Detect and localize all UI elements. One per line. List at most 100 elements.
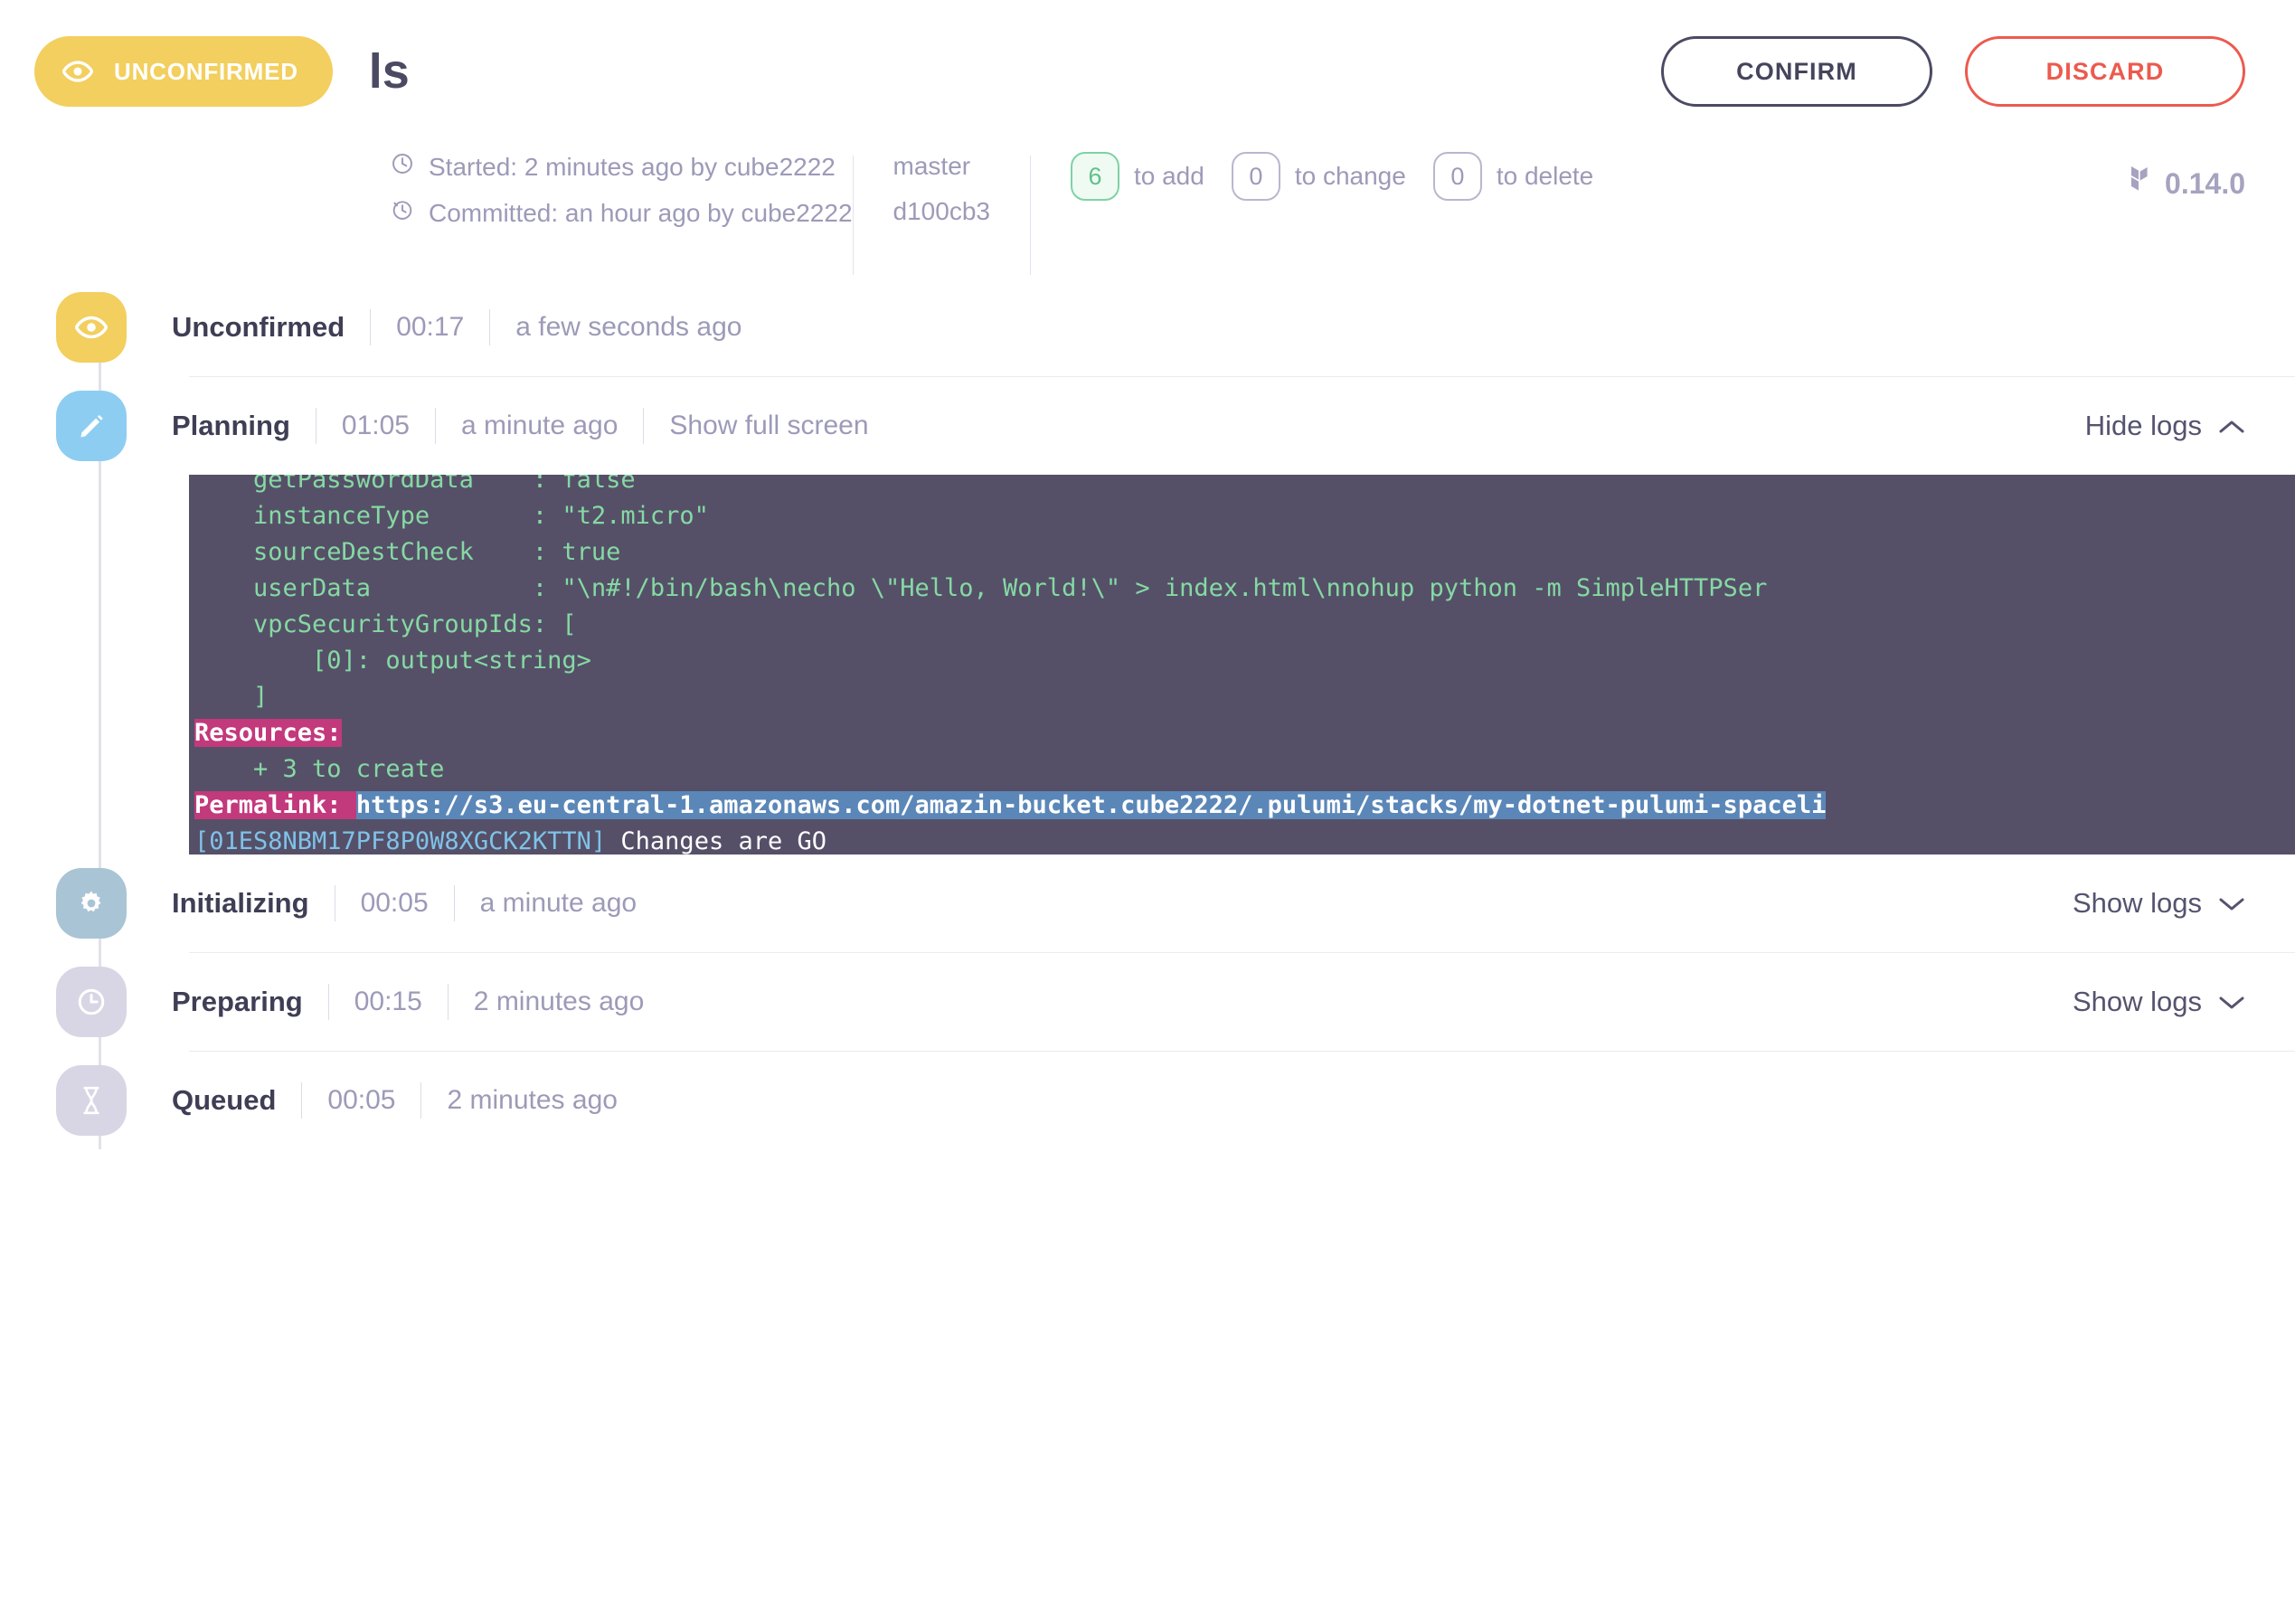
planning-log-console[interactable]: getPasswordData : false instanceType : "… (189, 475, 2295, 854)
phase-node-pencil-icon (56, 391, 127, 461)
log-segment: https://s3.eu-central-1.amazonaws.com/am… (356, 791, 1827, 819)
phase-node-hourglass-icon (56, 1065, 127, 1136)
phase-header: Unconfirmed 00:17 a few seconds ago (56, 279, 2295, 376)
run-metadata-bar: Started: 2 minutes ago by cube2222 Commi… (0, 143, 2295, 279)
log-line: Permalink: https://s3.eu-central-1.amazo… (189, 788, 2295, 824)
phase-name: Planning (172, 410, 290, 442)
phase-node-clock-icon (56, 967, 127, 1037)
count-to-add-value: 6 (1071, 152, 1119, 201)
phase-timestamp: a few seconds ago (515, 312, 741, 343)
phase-duration: 00:17 (396, 312, 464, 343)
chevron-up-icon (2218, 410, 2245, 442)
phase-initializing: Initializing 00:05 a minute ago Show log… (56, 854, 2295, 953)
divider (643, 408, 644, 444)
phase-name: Initializing (172, 887, 309, 920)
show-logs-label: Show logs (2073, 986, 2202, 1018)
show-logs-toggle-preparing[interactable]: Show logs (2073, 986, 2245, 1018)
divider (328, 984, 329, 1020)
phase-timestamp: 2 minutes ago (474, 987, 644, 1017)
count-to-change-value: 0 (1232, 152, 1280, 201)
phase-timestamp: a minute ago (480, 888, 637, 919)
phase-planning: Planning 01:05 a minute ago Show full sc… (56, 377, 2295, 854)
resource-change-counts: 6 to add 0 to change 0 to delete (1031, 152, 1593, 201)
log-line: Resources: (189, 715, 2295, 751)
log-segment: instanceType : "t2.micro" (194, 502, 709, 530)
count-to-add-label: to add (1134, 162, 1204, 191)
log-line: ] (189, 679, 2295, 715)
divider (454, 885, 455, 921)
count-to-change-label: to change (1295, 162, 1406, 191)
commit-sha: d100cb3 (893, 197, 990, 226)
run-phase-timeline: Unconfirmed 00:17 a few seconds ago Plan… (0, 279, 2295, 1149)
divider (301, 1082, 302, 1119)
terraform-icon (2120, 165, 2150, 203)
log-line: [01ES8NBM17PF8P0W8XGCK2KTTN] Changes are… (189, 824, 2295, 854)
eye-icon (61, 55, 94, 88)
committed-line: Committed: an hour ago by cube2222 (391, 198, 853, 228)
phase-duration: 00:05 (361, 888, 429, 919)
phase-header: Preparing 00:15 2 minutes ago Show logs (56, 953, 2295, 1051)
divider (420, 1082, 421, 1119)
log-segment: sourceDestCheck : true (194, 538, 620, 566)
log-segment: userData : "\n#!/bin/bash\necho \"Hello,… (194, 574, 1767, 602)
show-logs-label: Show logs (2073, 887, 2202, 920)
hide-logs-toggle[interactable]: Hide logs (2085, 410, 2245, 442)
count-to-delete: 0 to delete (1433, 152, 1593, 201)
phase-name: Preparing (172, 986, 303, 1018)
phase-info: Unconfirmed 00:17 a few seconds ago (172, 309, 741, 345)
phase-unconfirmed: Unconfirmed 00:17 a few seconds ago (56, 279, 2295, 377)
count-to-change: 0 to change (1232, 152, 1406, 201)
log-segment: vpcSecurityGroupIds: [ (194, 610, 577, 638)
log-segment: [01ES8NBM17PF8P0W8XGCK2KTTN] (194, 827, 606, 854)
phase-queued: Queued 00:05 2 minutes ago (56, 1052, 2295, 1149)
show-full-screen-link[interactable]: Show full screen (669, 411, 868, 441)
history-icon (391, 198, 414, 228)
phase-info: Planning 01:05 a minute ago Show full sc… (172, 408, 869, 444)
hide-logs-label: Hide logs (2085, 410, 2202, 442)
chevron-down-icon (2218, 986, 2245, 1018)
terraform-version: 0.14.0 (2120, 152, 2245, 203)
divider (489, 309, 490, 345)
started-text: Started: 2 minutes ago by cube2222 (429, 153, 836, 182)
phase-timestamp: a minute ago (461, 411, 618, 441)
log-segment: ] (194, 683, 268, 711)
phase-node-eye-icon (56, 292, 127, 363)
phase-header: Planning 01:05 a minute ago Show full sc… (56, 377, 2295, 475)
confirm-button[interactable]: CONFIRM (1661, 36, 1932, 107)
log-segment: + 3 to create (194, 755, 444, 783)
log-segment: [0]: output<string> (194, 647, 591, 675)
discard-button[interactable]: DISCARD (1965, 36, 2245, 107)
page-header: UNCONFIRMED ls CONFIRM DISCARD (0, 0, 2295, 143)
git-info: master d100cb3 (854, 152, 1030, 226)
log-line: sourceDestCheck : true (189, 534, 2295, 571)
log-segment: Changes are GO (606, 827, 826, 854)
phase-info: Preparing 00:15 2 minutes ago (172, 984, 644, 1020)
run-timestamps: Started: 2 minutes ago by cube2222 Commi… (391, 152, 853, 228)
clock-icon (391, 152, 414, 182)
phase-preparing: Preparing 00:15 2 minutes ago Show logs (56, 953, 2295, 1052)
phase-duration: 01:05 (342, 411, 410, 441)
log-line: [0]: output<string> (189, 643, 2295, 679)
header-actions: CONFIRM DISCARD (1661, 36, 2245, 107)
phase-name: Queued (172, 1084, 276, 1117)
status-badge: UNCONFIRMED (34, 36, 333, 107)
count-to-delete-value: 0 (1433, 152, 1482, 201)
status-badge-label: UNCONFIRMED (114, 58, 298, 86)
log-line: getPasswordData : false (189, 475, 2295, 498)
log-line: userData : "\n#!/bin/bash\necho \"Hello,… (189, 571, 2295, 607)
show-logs-toggle-initializing[interactable]: Show logs (2073, 887, 2245, 920)
log-line: + 3 to create (189, 751, 2295, 788)
divider (435, 408, 436, 444)
count-to-delete-label: to delete (1497, 162, 1593, 191)
phase-name: Unconfirmed (172, 311, 345, 344)
phase-node-gear-icon (56, 868, 127, 939)
log-segment: getPasswordData : false (194, 475, 636, 494)
log-line: vpcSecurityGroupIds: [ (189, 607, 2295, 643)
page-title: ls (369, 47, 410, 96)
phase-info: Queued 00:05 2 minutes ago (172, 1082, 618, 1119)
log-segment: Permalink: (194, 791, 356, 819)
divider (370, 309, 371, 345)
committed-text: Committed: an hour ago by cube2222 (429, 199, 853, 228)
phase-header: Queued 00:05 2 minutes ago (56, 1052, 2295, 1149)
started-line: Started: 2 minutes ago by cube2222 (391, 152, 853, 182)
